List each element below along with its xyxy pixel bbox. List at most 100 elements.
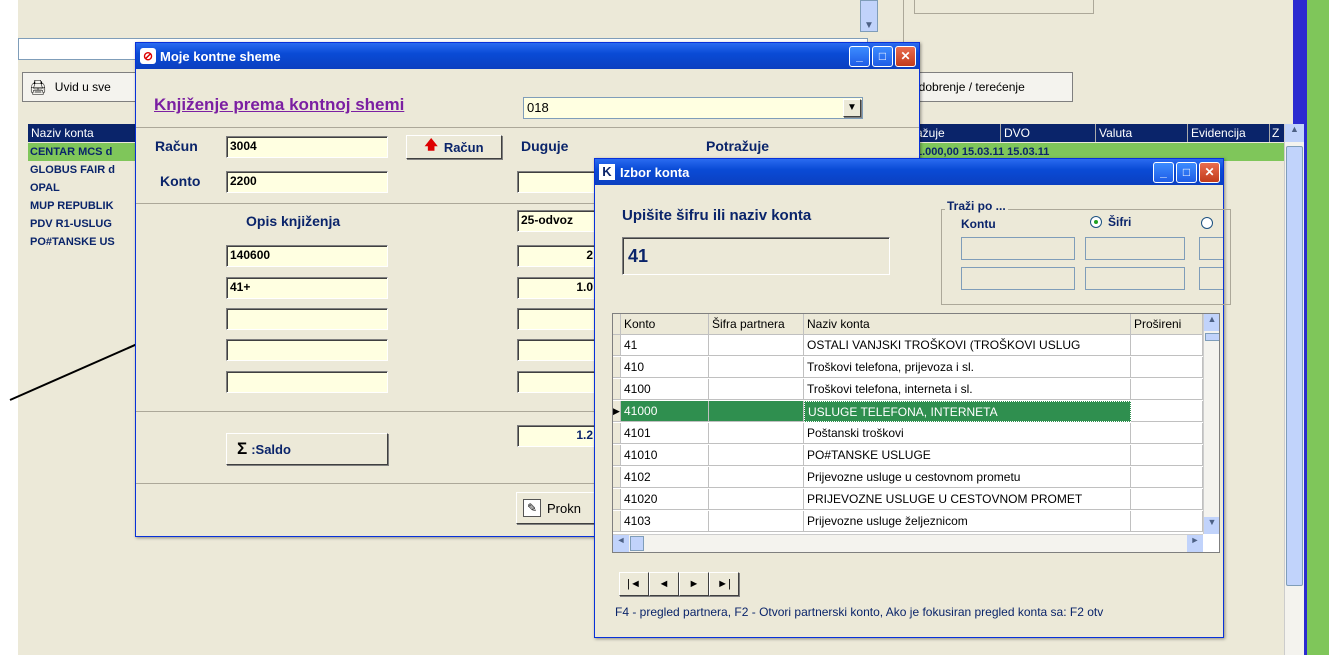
sifra-cell[interactable] — [709, 467, 804, 488]
sifra-cell[interactable] — [709, 357, 804, 378]
table-row[interactable]: 41 OSTALI VANJSKI TROŠKOVI (TROŠKOVI USLU… — [613, 335, 1203, 356]
table-row[interactable]: 4102 Prijevozne usluge u cestovnom promet… — [613, 467, 1203, 488]
scroll-thumb[interactable] — [1205, 333, 1219, 341]
grid-header-dvo[interactable]: DVO — [1000, 124, 1095, 142]
filter-field[interactable] — [961, 237, 1075, 260]
view-all-button[interactable]: 🖨 Uvid u sve — [22, 72, 142, 102]
sifra-cell[interactable] — [709, 401, 804, 422]
duguje-field[interactable] — [517, 171, 597, 193]
grid-header-valuta[interactable]: Valuta — [1095, 124, 1187, 142]
background-vertical-scrollbar[interactable]: ▲ — [1284, 124, 1304, 655]
scroll-thumb[interactable] — [1286, 146, 1303, 586]
table-row[interactable]: ▶ 41000 USLUGE TELEFONA, INTERNETA — [613, 401, 1203, 422]
opis-field[interactable] — [226, 308, 388, 330]
table-row[interactable]: 4100 Troškovi telefona, interneta i sl. — [613, 379, 1203, 400]
saldo-field[interactable]: 1.2 — [517, 425, 597, 447]
row-indicator[interactable] — [613, 511, 621, 532]
chevron-down-icon[interactable]: ▼ — [843, 99, 861, 117]
saldo-button[interactable]: Σ :Saldo — [226, 433, 388, 465]
konto-cell[interactable]: 41000 — [621, 401, 709, 422]
table-row[interactable]: 410 Troškovi telefona, prijevoza i sl. — [613, 357, 1203, 378]
table-row[interactable]: CENTAR MCS d — [28, 143, 138, 161]
sifra-cell[interactable] — [709, 445, 804, 466]
prosireni-cell[interactable] — [1131, 379, 1203, 400]
last-record-icon[interactable]: ►| — [709, 572, 739, 596]
table-row[interactable]: PO#TANSKE US — [28, 233, 138, 251]
amount-field[interactable] — [517, 339, 597, 361]
scroll-up-icon[interactable]: ▲ — [1285, 124, 1304, 142]
table-row[interactable]: 4103 Prijevozne usluge željeznicom — [613, 511, 1203, 532]
scroll-down-icon[interactable]: ▼ — [1204, 517, 1219, 534]
scroll-left-icon[interactable]: ◄ — [613, 535, 629, 552]
prosireni-cell[interactable] — [1131, 335, 1203, 356]
table-row[interactable]: GLOBUS FAIR d — [28, 161, 138, 179]
izbor-konta-titlebar[interactable]: K Izbor konta _ □ ✕ — [595, 159, 1223, 185]
prosireni-cell[interactable] — [1131, 357, 1203, 378]
radio-unchecked-icon[interactable] — [1201, 217, 1213, 229]
filter-field[interactable] — [1085, 237, 1185, 260]
prosireni-cell[interactable] — [1131, 445, 1203, 466]
table-vertical-scrollbar[interactable]: ▲ ▼ — [1203, 314, 1219, 534]
odobrenje-button[interactable]: odobrenje / terećenje — [905, 72, 1073, 102]
opis-field[interactable]: 140600 — [226, 245, 388, 267]
grid-header-naziv[interactable]: Naziv konta — [28, 124, 94, 142]
table-horizontal-scrollbar[interactable]: ◄ ► — [613, 534, 1203, 552]
sifra-cell[interactable] — [709, 379, 804, 400]
scroll-thumb[interactable] — [630, 536, 644, 551]
konto-cell[interactable]: 4100 — [621, 379, 709, 400]
column-header-prosireni[interactable]: Prošireni — [1131, 314, 1203, 335]
filter-field[interactable] — [1199, 237, 1223, 260]
prosireni-cell[interactable] — [1131, 467, 1203, 488]
close-icon[interactable]: ✕ — [1199, 161, 1220, 183]
prosireni-cell[interactable] — [1131, 511, 1203, 532]
table-row[interactable]: PDV R1-USLUG — [28, 215, 138, 233]
row-indicator[interactable] — [613, 335, 621, 356]
row-indicator[interactable] — [613, 467, 621, 488]
table-row[interactable]: 41010 PO#TANSKE USLUGE — [613, 445, 1203, 466]
sifri-radio[interactable]: Šifri — [1090, 215, 1131, 229]
background-scroll-down-icon[interactable]: ▼ — [860, 0, 878, 32]
konto-cell[interactable]: 4101 — [621, 423, 709, 444]
amount-field[interactable]: 1.0 — [517, 277, 597, 299]
konto-cell[interactable]: 4103 — [621, 511, 709, 532]
table-row[interactable]: OPAL — [28, 179, 138, 197]
opis-field[interactable] — [226, 371, 388, 393]
naziv-cell[interactable]: Prijevozne usluge željeznicom — [804, 511, 1131, 532]
prosireni-cell[interactable] — [1131, 423, 1203, 444]
maximize-icon[interactable]: □ — [872, 45, 893, 67]
filter-field[interactable] — [1085, 267, 1185, 290]
naziv-cell[interactable]: PO#TANSKE USLUGE — [804, 445, 1131, 466]
naziv-cell[interactable]: Troškovi telefona, interneta i sl. — [804, 379, 1131, 400]
kontne-sheme-titlebar[interactable]: ⊘ Moje kontne sheme _ □ ✕ — [136, 43, 919, 69]
row-indicator[interactable] — [613, 423, 621, 444]
search-input[interactable]: 41 — [622, 237, 890, 275]
table-row[interactable]: 41020 PRIJEVOZNE USLUGE U CESTOVNOM PROME… — [613, 489, 1203, 510]
sifra-cell[interactable] — [709, 511, 804, 532]
amount-field[interactable] — [517, 371, 597, 393]
minimize-icon[interactable]: _ — [1153, 161, 1174, 183]
naziv-cell[interactable]: OSTALI VANJSKI TROŠKOVI (TROŠKOVI USLUG — [804, 335, 1131, 356]
maximize-icon[interactable]: □ — [1176, 161, 1197, 183]
racun-button[interactable]: 🡅 Račun — [406, 135, 502, 159]
prosireni-cell[interactable] — [1131, 401, 1203, 422]
table-row[interactable]: 4101 Poštanski troškovi — [613, 423, 1203, 444]
close-icon[interactable]: ✕ — [895, 45, 916, 67]
prosireni-cell[interactable] — [1131, 489, 1203, 510]
naziv-cell[interactable]: PRIJEVOZNE USLUGE U CESTOVNOM PROMET — [804, 489, 1131, 510]
next-record-icon[interactable]: ► — [679, 572, 709, 596]
type-field[interactable]: 25-odvoz — [517, 210, 597, 232]
grid-header-potrazuje[interactable]: ažuje — [916, 124, 945, 142]
naziv-cell[interactable]: USLUGE TELEFONA, INTERNETA — [804, 401, 1131, 422]
scheme-select[interactable]: 018 ▼ — [523, 97, 863, 119]
first-record-icon[interactable]: |◄ — [619, 572, 649, 596]
column-header-sifra[interactable]: Šifra partnera — [709, 314, 804, 335]
scroll-right-icon[interactable]: ► — [1187, 535, 1203, 552]
minimize-icon[interactable]: _ — [849, 45, 870, 67]
filter-field[interactable] — [961, 267, 1075, 290]
column-header-naziv[interactable]: Naziv konta — [804, 314, 1131, 335]
konto-cell[interactable]: 41020 — [621, 489, 709, 510]
grid-header-z[interactable]: Z — [1269, 124, 1284, 142]
prev-record-icon[interactable]: ◄ — [649, 572, 679, 596]
filter-field[interactable] — [1199, 267, 1223, 290]
row-indicator[interactable] — [613, 489, 621, 510]
